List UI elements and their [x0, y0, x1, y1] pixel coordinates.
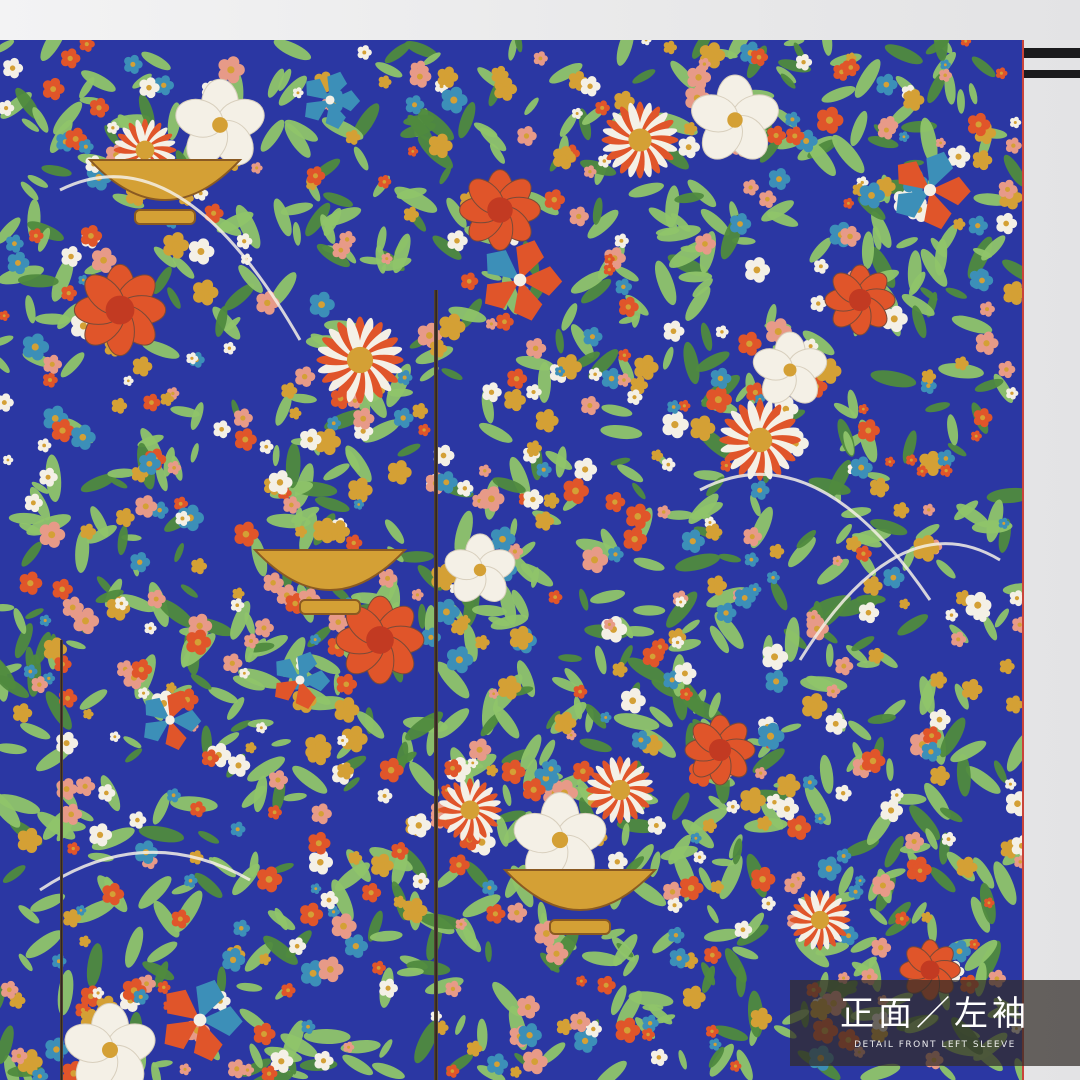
kimono-seam — [60, 640, 63, 1080]
floral-pattern — [0, 40, 1022, 1080]
kimono-fabric — [0, 40, 1022, 1080]
caption-box: 正面／左袖 DETAIL FRONT LEFT SLEEVE — [790, 980, 1080, 1066]
kimono-seam — [434, 290, 438, 1080]
photo-stage: 正面／左袖 DETAIL FRONT LEFT SLEEVE — [0, 0, 1080, 1080]
caption-main: 正面／左袖 — [840, 994, 1030, 1034]
caption-sub: DETAIL FRONT LEFT SLEEVE — [854, 1040, 1016, 1050]
